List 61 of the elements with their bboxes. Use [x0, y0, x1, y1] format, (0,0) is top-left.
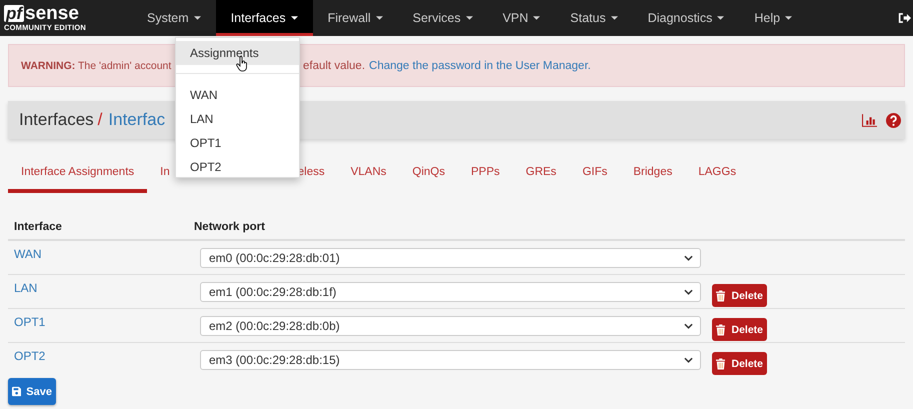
caret-icon — [466, 16, 473, 20]
interface-link[interactable]: WAN — [8, 247, 194, 261]
chevron-down-icon — [684, 357, 693, 363]
nav-menu-item[interactable]: Firewall — [312, 0, 398, 36]
network-port-select[interactable]: em2 (00:0c:29:28:db:0b) — [200, 316, 701, 336]
column-header: Network port — [194, 221, 265, 233]
help-icon[interactable] — [886, 112, 901, 128]
warning-text: efault value. — [303, 60, 366, 72]
trash-icon — [716, 288, 726, 302]
warning-text: WARNING: The 'admin' account — [21, 60, 172, 72]
breadcrumb-link[interactable]: Interfac — [108, 110, 166, 130]
caret-icon — [785, 16, 792, 20]
network-port-select[interactable]: em0 (00:0c:29:28:db:01) — [200, 248, 701, 268]
nav-menu-item[interactable]: Diagnostics — [632, 0, 740, 36]
bar-chart-icon[interactable] — [862, 114, 877, 126]
column-header: Interface — [13, 221, 63, 233]
caret-icon — [717, 16, 724, 20]
dropdown-menu-item[interactable]: Assignments — [176, 41, 299, 65]
logout-icon[interactable] — [898, 12, 911, 24]
logo-wordmark: sense — [25, 4, 79, 24]
dropdown-menu-item[interactable]: OPT2 — [176, 155, 299, 179]
chevron-down-icon — [684, 289, 693, 295]
breadcrumb-parent: Interfaces — [19, 110, 94, 130]
caret-icon — [533, 16, 540, 20]
delete-button[interactable]: Delete — [712, 284, 767, 307]
dropdown-menu-item[interactable]: WAN — [176, 83, 299, 107]
nav-menu-item[interactable]: VPN — [488, 0, 556, 36]
nav-menu-item[interactable]: Services — [398, 0, 488, 36]
dropdown-menu-item[interactable]: LAN — [176, 107, 299, 131]
caret-icon — [290, 16, 298, 20]
tab[interactable]: Bridges — [620, 166, 686, 193]
save-button[interactable]: Save — [8, 378, 56, 405]
network-port-select[interactable]: em1 (00:0c:29:28:db:1f) — [200, 282, 701, 302]
dropdown-menu-item[interactable]: OPT1 — [176, 131, 299, 155]
nav-menu-item[interactable]: Help — [739, 0, 808, 36]
trash-icon — [716, 322, 726, 336]
interface-link[interactable]: OPT2 — [8, 349, 194, 363]
chevron-down-icon — [684, 255, 693, 261]
caret-icon — [376, 16, 383, 20]
interface-link[interactable]: LAN — [8, 281, 194, 295]
tab[interactable]: Interface Assignments — [8, 166, 148, 193]
tab[interactable]: QinQs — [399, 166, 458, 193]
tab[interactable]: LAGGs — [685, 166, 750, 193]
network-port-select[interactable]: em3 (00:0c:29:28:db:15) — [200, 350, 701, 370]
delete-button[interactable]: Delete — [712, 352, 767, 375]
caret-icon — [610, 16, 618, 20]
delete-button[interactable]: Delete — [712, 318, 767, 341]
logo-mark: pf — [4, 5, 24, 22]
nav-menu-item[interactable]: Status — [555, 0, 633, 36]
tab[interactable]: GIFs — [569, 166, 620, 193]
change-password-link[interactable]: Change the password in the User Manager. — [369, 60, 591, 72]
chevron-down-icon — [684, 323, 693, 329]
tab[interactable]: GREs — [512, 166, 570, 193]
tab[interactable]: PPPs — [458, 166, 513, 193]
nav-menu-item[interactable]: System — [132, 0, 216, 36]
interface-link[interactable]: OPT1 — [8, 315, 194, 329]
nav-menu-item[interactable]: Interfaces — [216, 0, 313, 36]
tab[interactable]: VLANs — [338, 166, 400, 193]
breadcrumb-separator: / — [98, 110, 102, 130]
caret-icon — [194, 16, 201, 20]
trash-icon — [716, 356, 726, 370]
